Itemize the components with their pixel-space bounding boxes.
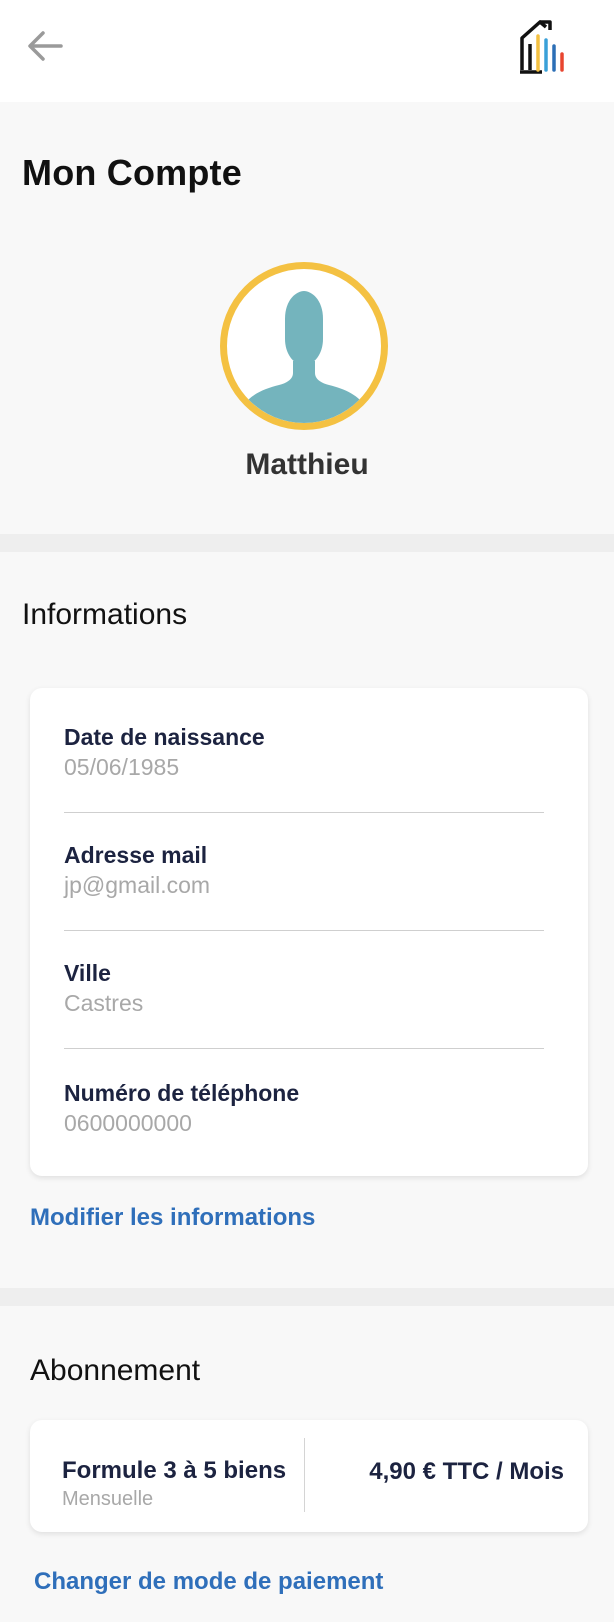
field-label: Numéro de téléphone [64,1080,300,1106]
plan-name: Formule 3 à 5 biens [62,1457,287,1484]
page-title: Mon Compte [22,152,242,193]
section-separator [0,1288,614,1306]
field-value: 05/06/1985 [64,754,180,780]
app-logo-icon [520,20,564,74]
vertical-divider [304,1438,305,1512]
field-label: Adresse mail [64,842,208,868]
field-value: jp@gmail.com [64,872,211,898]
info-field-birthdate: Date de naissance 05/06/1985 [64,722,544,782]
divider [64,812,544,813]
field-value: Castres [64,990,144,1016]
subscription-plan: Formule 3 à 5 biens Mensuelle [62,1456,286,1512]
field-value: 0600000000 [64,1110,192,1136]
change-payment-method-link[interactable]: Changer de mode de paiement [34,1568,383,1596]
informations-card: Date de naissance 05/06/1985 Adresse mai… [30,688,588,1176]
info-field-email: Adresse mail jp@gmail.com [64,840,544,900]
user-silhouette-icon [241,291,367,423]
section-separator [0,534,614,552]
edit-informations-link[interactable]: Modifier les informations [30,1204,315,1232]
subscription-card: Formule 3 à 5 biens Mensuelle 4,90 € TTC… [30,1420,588,1532]
plan-period: Mensuelle [62,1488,154,1510]
field-label: Date de naissance [64,724,265,750]
info-field-phone: Numéro de téléphone 0600000000 [64,1078,544,1138]
info-field-city: Ville Castres [64,958,544,1018]
divider [64,1048,544,1049]
back-button[interactable] [22,26,68,66]
subscription-title: Abonnement [30,1354,201,1387]
user-name: Matthieu [245,448,369,481]
informations-title: Informations [22,598,188,631]
field-label: Ville [64,960,111,986]
plan-price: 4,90 € TTC / Mois [369,1458,564,1485]
divider [64,930,544,931]
arrow-left-icon [28,31,63,61]
top-bar [0,0,614,102]
avatar[interactable] [220,262,388,430]
